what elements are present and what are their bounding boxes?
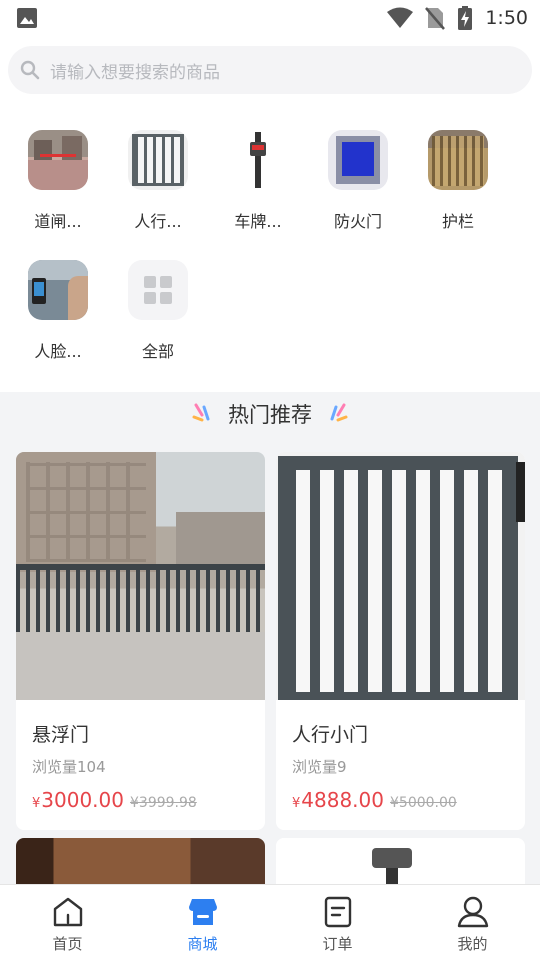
product-price: ¥ 4888.00 ¥5000.00 bbox=[292, 788, 457, 812]
category-fire-door[interactable]: 防火门 bbox=[308, 130, 408, 232]
price-original: ¥3999.98 bbox=[130, 795, 197, 811]
tab-label: 我的 bbox=[457, 935, 488, 953]
search-bar[interactable]: 请输入想要搜索的商品 bbox=[8, 46, 532, 94]
price-currency: ¥ bbox=[292, 796, 301, 811]
category-fence[interactable]: 护栏 bbox=[408, 130, 508, 232]
order-icon bbox=[324, 896, 351, 928]
tab-label: 商城 bbox=[187, 935, 218, 953]
search-input[interactable]: 请输入想要搜索的商品 bbox=[50, 58, 220, 83]
category-pedestrian-gate[interactable]: 人行... bbox=[108, 130, 208, 232]
price-original: ¥5000.00 bbox=[390, 795, 457, 811]
fence-photo bbox=[428, 130, 488, 190]
product-image bbox=[276, 452, 525, 700]
bottom-tab-bar: 首页 商城 订单 我的 bbox=[0, 884, 540, 960]
category-label: 防火门 bbox=[333, 212, 382, 231]
price-currency: ¥ bbox=[32, 796, 41, 811]
section-header: 热门推荐 bbox=[0, 394, 540, 434]
product-title: 悬浮门 bbox=[32, 724, 90, 746]
product-price: ¥ 3000.00 ¥3999.98 bbox=[32, 788, 197, 812]
search-icon bbox=[20, 60, 40, 80]
fire-door-photo bbox=[328, 130, 388, 190]
category-label: 车牌... bbox=[234, 212, 282, 231]
tab-label: 订单 bbox=[322, 935, 353, 953]
section-title: 热门推荐 bbox=[228, 403, 312, 427]
status-time: 1:50 bbox=[485, 7, 528, 29]
home-icon bbox=[53, 897, 82, 927]
category-label: 人行... bbox=[134, 212, 182, 231]
product-card[interactable]: 悬浮门 浏览量104 ¥ 3000.00 ¥3999.98 bbox=[16, 452, 265, 830]
image-notification-icon bbox=[17, 8, 37, 28]
category-barrier-gate[interactable]: 道闸... bbox=[8, 130, 108, 232]
tab-home[interactable]: 首页 bbox=[0, 885, 135, 960]
pedestrian-gate-photo bbox=[128, 130, 188, 190]
tab-shop[interactable]: 商城 bbox=[135, 885, 270, 960]
grid-icon bbox=[128, 260, 188, 320]
price-value: 4888.00 bbox=[301, 788, 384, 812]
face-recognition-photo bbox=[28, 260, 88, 320]
product-card[interactable]: 人行小门 浏览量9 ¥ 4888.00 ¥5000.00 bbox=[276, 452, 525, 830]
tab-profile[interactable]: 我的 bbox=[405, 885, 540, 960]
price-value: 3000.00 bbox=[41, 788, 124, 812]
product-image bbox=[16, 452, 265, 700]
no-sim-icon bbox=[425, 7, 446, 30]
barrier-gate-photo bbox=[28, 130, 88, 190]
top-section: 请输入想要搜索的商品 道闸... 人行... 车牌... 防火门 护栏 人脸..… bbox=[0, 36, 540, 392]
category-label: 道闸... bbox=[34, 212, 82, 231]
category-plate-camera[interactable]: 车牌... bbox=[208, 130, 308, 232]
tab-orders[interactable]: 订单 bbox=[270, 885, 405, 960]
sparkle-right-icon bbox=[330, 403, 348, 422]
shop-icon bbox=[188, 899, 217, 925]
category-label: 全部 bbox=[141, 342, 174, 361]
plate-camera-photo bbox=[228, 130, 288, 190]
category-face-recognition[interactable]: 人脸... bbox=[8, 260, 108, 362]
category-label: 人脸... bbox=[34, 342, 82, 361]
wifi-icon bbox=[387, 7, 414, 28]
tab-label: 首页 bbox=[52, 935, 83, 953]
profile-icon bbox=[457, 896, 488, 928]
product-title: 人行小门 bbox=[292, 724, 369, 746]
product-views: 浏览量104 bbox=[32, 758, 106, 776]
sparkle-left-icon bbox=[192, 403, 210, 422]
status-bar: 1:50 bbox=[0, 0, 540, 36]
battery-charging-icon bbox=[458, 6, 473, 30]
product-views: 浏览量9 bbox=[292, 758, 347, 776]
category-all[interactable]: 全部 bbox=[108, 260, 208, 362]
category-label: 护栏 bbox=[441, 212, 474, 231]
